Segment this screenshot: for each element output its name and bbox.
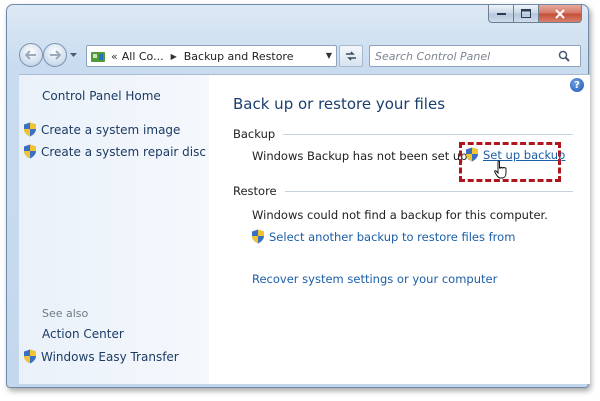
refresh-button[interactable] (339, 45, 363, 67)
select-another-backup-label: Select another backup to restore files f… (269, 229, 516, 244)
create-repair-disc-label: Create a system repair disc (41, 144, 206, 159)
restore-heading-label: Restore (233, 184, 277, 198)
backup-restore-window: « All Co... ▶ Backup and Restore ▼ Contr… (6, 4, 590, 388)
restore-section-heading: Restore (233, 184, 573, 198)
maximize-button[interactable] (514, 5, 539, 23)
section-divider (283, 133, 573, 135)
chevron-down-icon (69, 53, 77, 57)
minimize-button[interactable] (488, 5, 514, 23)
uac-shield-icon (466, 147, 478, 162)
create-system-image-link[interactable]: Create a system image (23, 122, 180, 137)
back-arrow-icon (25, 50, 36, 60)
breadcrumb-all-control-panel[interactable]: All Co... (122, 50, 164, 63)
select-another-backup-link[interactable]: Select another backup to restore files f… (251, 229, 515, 244)
close-button[interactable] (539, 5, 582, 23)
backup-status-text: Windows Backup has not been set up. (252, 149, 472, 163)
create-repair-disc-link[interactable]: Create a system repair disc (23, 144, 206, 159)
refresh-icon (346, 51, 356, 61)
address-overflow[interactable]: « (111, 50, 118, 63)
search-input[interactable] (370, 47, 554, 65)
set-up-backup-link[interactable]: Set up backup (465, 147, 565, 162)
back-button[interactable] (19, 43, 43, 67)
address-dropdown-icon[interactable]: ▼ (326, 51, 332, 60)
search-icon[interactable] (554, 47, 574, 65)
recent-pages-dropdown[interactable] (68, 49, 78, 61)
main-content-pane: ? Back up or restore your files Backup W… (209, 74, 590, 384)
windows-easy-transfer-link[interactable]: Windows Easy Transfer (23, 349, 179, 364)
maximize-icon (521, 9, 531, 18)
see-also-heading: See also (42, 307, 89, 320)
close-icon (555, 8, 565, 19)
backup-section-heading: Backup (233, 127, 573, 141)
windows-easy-transfer-label: Windows Easy Transfer (41, 349, 179, 364)
address-bar[interactable]: « All Co... ▶ Backup and Restore ▼ (86, 45, 337, 67)
left-task-pane: Control Panel Home Create a system image… (19, 74, 209, 384)
caption-buttons (488, 5, 582, 24)
backup-heading-label: Backup (233, 127, 276, 141)
control-panel-home-link[interactable]: Control Panel Home (42, 89, 161, 103)
action-center-link[interactable]: Action Center (42, 327, 124, 341)
create-system-image-label: Create a system image (41, 122, 181, 137)
uac-shield-icon (24, 122, 36, 137)
uac-shield-icon (24, 349, 36, 364)
minimize-icon (496, 12, 506, 15)
page-title: Back up or restore your files (233, 95, 446, 113)
restore-status-text: Windows could not find a backup for this… (252, 208, 548, 222)
section-divider (284, 190, 573, 192)
forward-arrow-icon (50, 50, 61, 60)
breadcrumb-backup-and-restore[interactable]: Backup and Restore (184, 50, 294, 63)
control-panel-icon (87, 46, 109, 66)
help-icon[interactable]: ? (570, 78, 584, 92)
hand-cursor-icon (494, 160, 507, 179)
search-box[interactable] (369, 45, 581, 67)
recover-system-settings-link[interactable]: Recover system settings or your computer (252, 272, 497, 286)
uac-shield-icon (24, 144, 36, 159)
uac-shield-icon (252, 229, 264, 244)
forward-button[interactable] (43, 43, 67, 67)
breadcrumb-arrow-icon[interactable]: ▶ (171, 52, 177, 61)
